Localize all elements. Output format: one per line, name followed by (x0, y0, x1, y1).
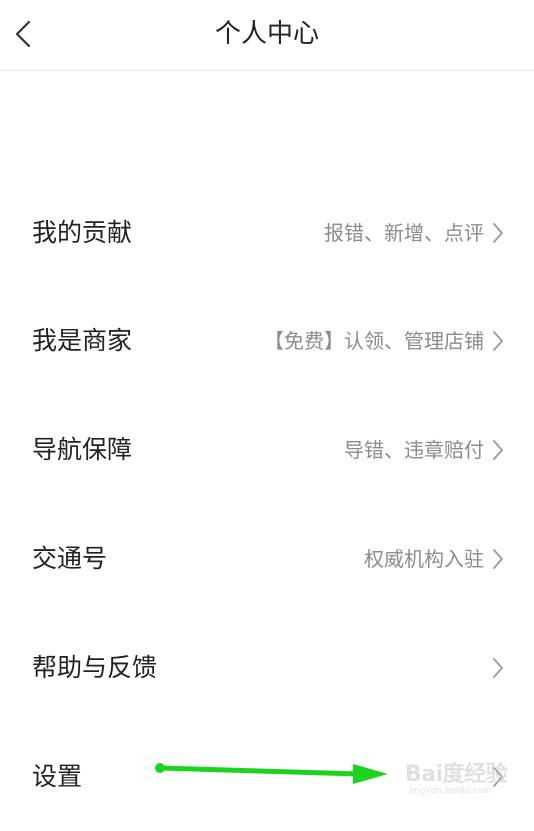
menu-item-hint: 【免费】认领、管理店铺 (264, 329, 484, 353)
menu-item-label: 我是商家 (32, 326, 133, 355)
menu-item-help-feedback[interactable]: 帮助与反馈 (0, 614, 534, 722)
chevron-right-icon (490, 222, 506, 244)
menu-item-settings[interactable]: 设置 (0, 723, 534, 831)
menu-item-label: 设置 (32, 762, 83, 791)
header-bar: 个人中心 (0, 0, 534, 71)
menu-item-traffic-account[interactable]: 交通号 权威机构入驻 (0, 505, 534, 613)
page-title: 个人中心 (214, 19, 319, 49)
menu-item-hint: 报错、新增、点评 (324, 221, 484, 245)
menu-item-contributions[interactable]: 我的贡献 报错、新增、点评 (0, 179, 534, 287)
menu-item-hint: 导错、违章赔付 (344, 438, 484, 462)
menu-item-label: 我的贡献 (32, 218, 133, 247)
menu-item-label: 帮助与反馈 (32, 653, 158, 682)
menu-item-label: 导航保障 (32, 435, 133, 464)
menu-item-hint: 权威机构入驻 (364, 547, 484, 571)
chevron-right-icon (490, 330, 506, 352)
menu-item-label: 交通号 (32, 544, 108, 573)
chevron-right-icon (490, 548, 506, 570)
menu-item-merchant[interactable]: 我是商家 【免费】认领、管理店铺 (0, 287, 534, 395)
chevron-right-icon (490, 657, 506, 679)
menu-item-navigation-guarantee[interactable]: 导航保障 导错、违章赔付 (0, 396, 534, 504)
chevron-right-icon (490, 766, 506, 788)
chevron-right-icon (490, 439, 506, 461)
